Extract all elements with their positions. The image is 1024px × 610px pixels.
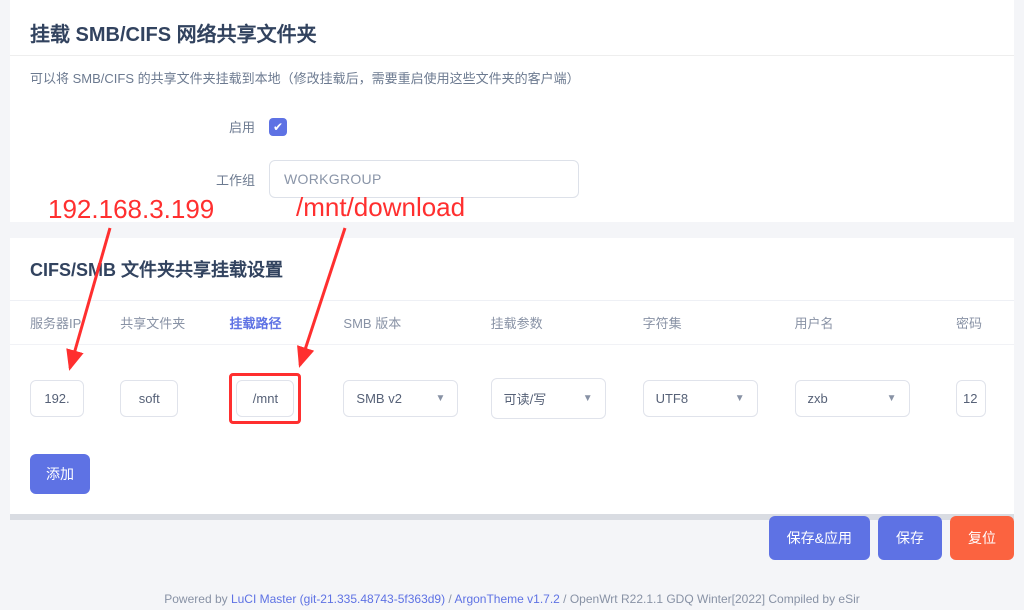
row-charset-value: UTF8 <box>656 391 689 406</box>
chevron-down-icon: ▼ <box>887 393 897 404</box>
section-title: CIFS/SMB 文件夹共享挂载设置 <box>10 238 1014 300</box>
row-version-select[interactable]: SMB v2 ▼ <box>343 380 458 417</box>
row-share-input[interactable] <box>120 380 178 417</box>
add-button[interactable]: 添加 <box>30 454 90 494</box>
form-row-workgroup: 工作组 <box>10 148 1014 222</box>
chevron-down-icon: ▼ <box>735 393 745 404</box>
row-user-value: zxb <box>808 391 828 406</box>
row-user-select[interactable]: zxb ▼ <box>795 380 910 417</box>
chevron-down-icon: ▼ <box>583 393 593 404</box>
action-bar: 保存&应用 保存 复位 <box>769 516 1014 560</box>
hdr-options: 挂载参数 <box>491 313 643 332</box>
hdr-user: 用户名 <box>795 313 956 332</box>
row-options-value: 可读/写 <box>504 389 547 408</box>
row-version-value: SMB v2 <box>356 391 402 406</box>
hdr-version: SMB 版本 <box>343 313 490 332</box>
save-apply-button[interactable]: 保存&应用 <box>769 516 870 560</box>
chevron-down-icon: ▼ <box>436 393 446 404</box>
save-button[interactable]: 保存 <box>878 516 942 560</box>
table-header: 服务器IP 共享文件夹 挂载路径 SMB 版本 挂载参数 字符集 用户名 密码 <box>10 300 1014 344</box>
hdr-mountpoint[interactable]: 挂载路径 <box>229 313 343 332</box>
page-title: 挂载 SMB/CIFS 网络共享文件夹 <box>30 18 994 47</box>
footer-theme-link[interactable]: ArgonTheme v1.7.2 <box>454 592 559 606</box>
footer-sep2: / OpenWrt R22.1.1 GDQ Winter[2022] Compi… <box>560 592 860 606</box>
mountpoint-highlight-box <box>229 373 301 424</box>
hdr-charset: 字符集 <box>643 313 795 332</box>
workgroup-input[interactable] <box>269 160 579 198</box>
row-ip-input[interactable] <box>30 380 84 417</box>
hdr-share: 共享文件夹 <box>120 313 229 332</box>
row-options-select[interactable]: 可读/写 ▼ <box>491 378 606 419</box>
table-row: SMB v2 ▼ 可读/写 ▼ UTF8 ▼ zxb ▼ <box>10 344 1014 442</box>
enable-label: 启用 <box>30 117 255 136</box>
page-description: 可以将 SMB/CIFS 的共享文件夹挂载到本地（修改挂载后，需要重启使用这些文… <box>10 55 1014 105</box>
row-password-input[interactable] <box>956 380 986 417</box>
reset-button[interactable]: 复位 <box>950 516 1014 560</box>
hdr-password: 密码 <box>956 313 994 332</box>
page-header: 挂载 SMB/CIFS 网络共享文件夹 <box>10 0 1014 55</box>
footer: Powered by LuCI Master (git-21.335.48743… <box>0 592 1024 606</box>
enable-checkbox[interactable]: ✔ <box>269 118 287 136</box>
footer-prefix: Powered by <box>164 592 231 606</box>
hdr-ip: 服务器IP <box>30 313 120 332</box>
workgroup-label: 工作组 <box>30 170 255 189</box>
form-row-enable: 启用 ✔ <box>10 105 1014 148</box>
row-mountpoint-input[interactable] <box>236 380 294 417</box>
row-charset-select[interactable]: UTF8 ▼ <box>643 380 758 417</box>
add-button-row: 添加 <box>10 442 1014 514</box>
footer-luci-link[interactable]: LuCI Master (git-21.335.48743-5f363d9) <box>231 592 445 606</box>
